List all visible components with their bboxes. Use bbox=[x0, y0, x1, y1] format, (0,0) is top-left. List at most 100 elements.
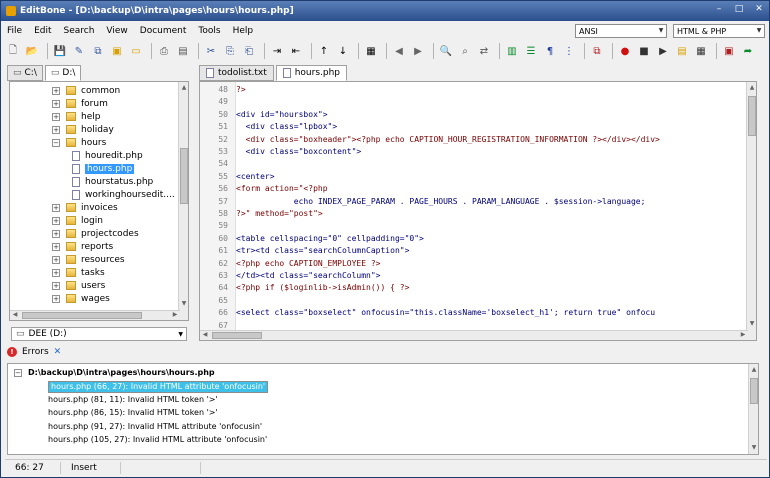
scroll-down-icon[interactable]: ▼ bbox=[180, 300, 188, 308]
redo-icon[interactable]: ▶ bbox=[410, 43, 426, 59]
tree-item-wages[interactable]: + wages bbox=[52, 292, 110, 305]
menu-document[interactable]: Document bbox=[138, 25, 189, 37]
code-line[interactable]: 58 ?>" method="post"> bbox=[200, 208, 322, 220]
error-item[interactable]: hours.php (91, 27): Invalid HTML attribu… bbox=[48, 421, 262, 433]
outdent-icon[interactable]: ⇤ bbox=[288, 43, 304, 59]
expand-icon[interactable]: + bbox=[52, 203, 60, 212]
tree-item-hours[interactable]: − hours bbox=[52, 136, 106, 149]
expand-icon[interactable]: + bbox=[52, 216, 60, 225]
search-next-icon[interactable]: ⌕ bbox=[457, 43, 473, 59]
record-macro-icon[interactable]: ● bbox=[617, 43, 633, 59]
tree-item-reports[interactable]: + reports bbox=[52, 240, 113, 253]
folder-icon[interactable]: ▭ bbox=[128, 43, 144, 59]
line-numbers-icon[interactable]: ⋮ bbox=[561, 43, 577, 59]
exit-icon[interactable]: ➦ bbox=[740, 43, 756, 59]
code-line[interactable]: 54 bbox=[200, 158, 236, 170]
menu-search[interactable]: Search bbox=[62, 25, 97, 37]
collapse-icon[interactable]: − bbox=[14, 368, 22, 377]
close-button[interactable]: ✕ bbox=[753, 4, 765, 14]
scroll-up-icon[interactable]: ▲ bbox=[748, 84, 756, 92]
errors-panel[interactable]: − D:\backup\D\intra\pages\hours\hours.ph… bbox=[7, 363, 759, 455]
encoding-select[interactable]: ANSI ▼ bbox=[575, 24, 667, 38]
menu-file[interactable]: File bbox=[5, 25, 24, 37]
highlighter-select[interactable]: HTML & PHP ▼ bbox=[673, 24, 765, 38]
tree-item-users[interactable]: + users bbox=[52, 279, 105, 292]
scroll-right-icon[interactable]: ▶ bbox=[171, 311, 179, 319]
error-item[interactable]: hours.php (105, 27): Invalid HTML attrib… bbox=[48, 434, 267, 446]
indent-icon[interactable]: ⇥ bbox=[269, 43, 285, 59]
menu-help[interactable]: Help bbox=[231, 25, 256, 37]
collapse-icon[interactable]: − bbox=[52, 138, 60, 147]
pilcrow-icon[interactable]: ¶ bbox=[542, 43, 558, 59]
errors-scroll-thumb[interactable] bbox=[750, 378, 758, 404]
code-line[interactable]: 49 bbox=[200, 96, 236, 108]
sort-desc-icon[interactable]: ↓ bbox=[335, 43, 351, 59]
tree-item-hours-php[interactable]: hours.php bbox=[72, 162, 135, 175]
menu-view[interactable]: View bbox=[104, 25, 129, 37]
open-macro-icon[interactable]: ▤ bbox=[674, 43, 690, 59]
expand-icon[interactable]: + bbox=[52, 112, 60, 121]
tab-drive-d[interactable]: ▭ D:\ bbox=[44, 65, 82, 81]
code-line[interactable]: 65 bbox=[200, 295, 236, 307]
stop-macro-icon[interactable]: ■ bbox=[636, 43, 652, 59]
copy-icon[interactable]: ⎘ bbox=[222, 43, 238, 59]
code-line[interactable]: 57 echo INDEX_PAGE_PARAM . PAGE_HOURS . … bbox=[200, 196, 645, 208]
tree-hscroll-thumb[interactable] bbox=[22, 312, 142, 319]
code-line[interactable]: 66 <select class="boxselect" onfocusin="t… bbox=[200, 307, 655, 319]
tree-item-hourstatus-php[interactable]: hourstatus.php bbox=[72, 175, 153, 188]
code-line[interactable]: 50 <div id="hoursbox"> bbox=[200, 109, 327, 121]
code-line[interactable]: 51 <div class="lpbox"> bbox=[200, 121, 337, 133]
scroll-up-icon[interactable]: ▲ bbox=[750, 366, 758, 374]
tab-drive-c[interactable]: ▭ C:\ bbox=[7, 65, 43, 81]
expand-icon[interactable]: + bbox=[52, 268, 60, 277]
tree-item-tasks[interactable]: + tasks bbox=[52, 266, 105, 279]
save-all-icon[interactable]: ⧉ bbox=[90, 43, 106, 59]
print-icon[interactable]: ⎙ bbox=[156, 43, 172, 59]
save-macro-icon[interactable]: ▦ bbox=[693, 43, 709, 59]
tree-item-common[interactable]: + common bbox=[52, 84, 120, 97]
code-line[interactable]: 60 <table cellspacing="0" cellpadding="0"… bbox=[200, 233, 423, 245]
view-list-icon[interactable]: ▥ bbox=[504, 43, 520, 59]
cut-icon[interactable]: ✂ bbox=[203, 43, 219, 59]
expand-icon[interactable]: + bbox=[52, 99, 60, 108]
scroll-left-icon[interactable]: ◀ bbox=[11, 311, 19, 319]
tree-item-workinghoursedit-[interactable]: workinghoursedit.... bbox=[72, 188, 175, 201]
expand-icon[interactable]: + bbox=[52, 255, 60, 264]
tree-vertical-scrollbar[interactable]: ▲ ▼ bbox=[178, 82, 188, 320]
save-as-icon[interactable]: ✎ bbox=[71, 43, 87, 59]
compare-icon[interactable]: ⧉ bbox=[589, 43, 605, 59]
code-line[interactable]: 59 bbox=[200, 220, 236, 232]
editor-vertical-scrollbar[interactable]: ▲ ▼ bbox=[746, 82, 756, 340]
tab-todolist[interactable]: todolist.txt bbox=[199, 65, 274, 81]
drive-select[interactable]: ▭ DEE (D:) ▼ bbox=[11, 327, 187, 341]
options-icon[interactable]: ▣ bbox=[721, 43, 737, 59]
code-line[interactable]: 64 <?php if ($loginlib->isAdmin()) { ?> bbox=[200, 282, 409, 294]
expand-icon[interactable]: + bbox=[52, 86, 60, 95]
errors-vertical-scrollbar[interactable]: ▲ ▼ bbox=[748, 364, 758, 454]
error-item[interactable]: hours.php (86, 15): Invalid HTML token '… bbox=[48, 407, 218, 419]
tree-item-invoices[interactable]: + invoices bbox=[52, 201, 118, 214]
replace-icon[interactable]: ⇄ bbox=[476, 43, 492, 59]
expand-icon[interactable]: + bbox=[52, 229, 60, 238]
code-line[interactable]: 56 <form action="<?php bbox=[200, 183, 327, 195]
code-editor[interactable]: ▲ ▼ ◀ ▶ 48 ?> 49 50 <div id="hoursbox"> 51 <d… bbox=[199, 81, 757, 341]
scroll-down-icon[interactable]: ▼ bbox=[748, 320, 756, 328]
editor-scroll-thumb[interactable] bbox=[748, 96, 756, 136]
search-icon[interactable]: 🔍 bbox=[438, 43, 454, 59]
error-item[interactable]: hours.php (81, 11): Invalid HTML token '… bbox=[48, 394, 218, 406]
scroll-left-icon[interactable]: ◀ bbox=[201, 331, 209, 339]
maximize-button[interactable]: □ bbox=[733, 4, 745, 14]
tree-item-forum[interactable]: + forum bbox=[52, 97, 108, 110]
scroll-up-icon[interactable]: ▲ bbox=[180, 84, 188, 92]
view-tree-icon[interactable]: ☰ bbox=[523, 43, 539, 59]
save-icon[interactable]: 💾 bbox=[52, 43, 68, 59]
menu-edit[interactable]: Edit bbox=[32, 25, 53, 37]
code-line[interactable]: 61 <tr><td class="searchColumnCaption"> bbox=[200, 245, 409, 257]
menu-tools[interactable]: Tools bbox=[196, 25, 222, 37]
errors-tab[interactable]: ! Errors ✕ bbox=[7, 347, 61, 357]
tree-item-houredit-php[interactable]: houredit.php bbox=[72, 149, 143, 162]
tree-item-holiday[interactable]: + holiday bbox=[52, 123, 114, 136]
close-icon[interactable]: ✕ bbox=[54, 347, 62, 357]
minimize-button[interactable]: – bbox=[713, 4, 725, 14]
tree-horizontal-scrollbar[interactable]: ◀ ▶ bbox=[10, 310, 180, 320]
